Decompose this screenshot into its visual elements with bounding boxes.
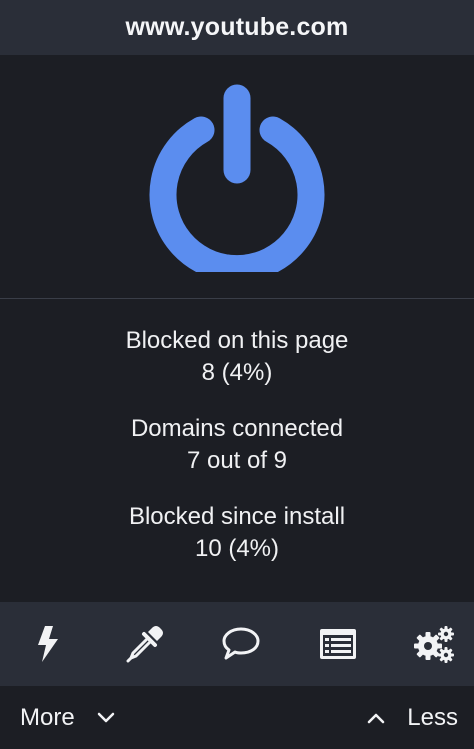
- chevron-down-icon: [97, 712, 115, 724]
- footer: More Less: [0, 686, 474, 749]
- stat-label: Domains connected: [130, 415, 344, 442]
- stat-label: Blocked on this page: [125, 327, 349, 354]
- eyedropper-icon: [126, 626, 163, 663]
- power-button[interactable]: [142, 82, 332, 272]
- logger-icon: [319, 629, 356, 659]
- page-hostname: www.youtube.com: [125, 13, 349, 41]
- no-popups-button[interactable]: [26, 622, 70, 666]
- logger-button[interactable]: [316, 622, 360, 666]
- speech-bubble-icon: [222, 627, 260, 660]
- power-icon: [149, 84, 325, 272]
- stat-value: 7 out of 9: [186, 447, 288, 474]
- more-label: More: [20, 703, 75, 731]
- stat-value: 8 (4%): [201, 359, 273, 386]
- header: www.youtube.com: [0, 0, 474, 55]
- toolbar: [0, 602, 474, 686]
- stat-label: Blocked since install: [128, 503, 346, 530]
- stat-blocked-page: Blocked on this page 8 (4%): [0, 325, 474, 389]
- stat-value: 10 (4%): [194, 535, 280, 562]
- less-label: Less: [407, 703, 458, 731]
- gears-icon: [414, 626, 454, 663]
- power-area: [0, 55, 474, 299]
- lightning-icon: [38, 626, 58, 662]
- report-issue-button[interactable]: [219, 622, 263, 666]
- less-button[interactable]: Less: [367, 704, 458, 732]
- divider: [0, 298, 474, 299]
- more-button[interactable]: More: [20, 704, 115, 732]
- stat-domains-connected: Domains connected 7 out of 9: [0, 413, 474, 477]
- stats-section: Blocked on this page 8 (4%) Domains conn…: [0, 325, 474, 565]
- chevron-up-icon: [367, 712, 385, 724]
- stat-blocked-install: Blocked since install 10 (4%): [0, 501, 474, 565]
- element-picker-button[interactable]: [123, 622, 167, 666]
- popup-panel: www.youtube.com Blocked on this page 8 (…: [0, 0, 474, 749]
- settings-button[interactable]: [412, 622, 456, 666]
